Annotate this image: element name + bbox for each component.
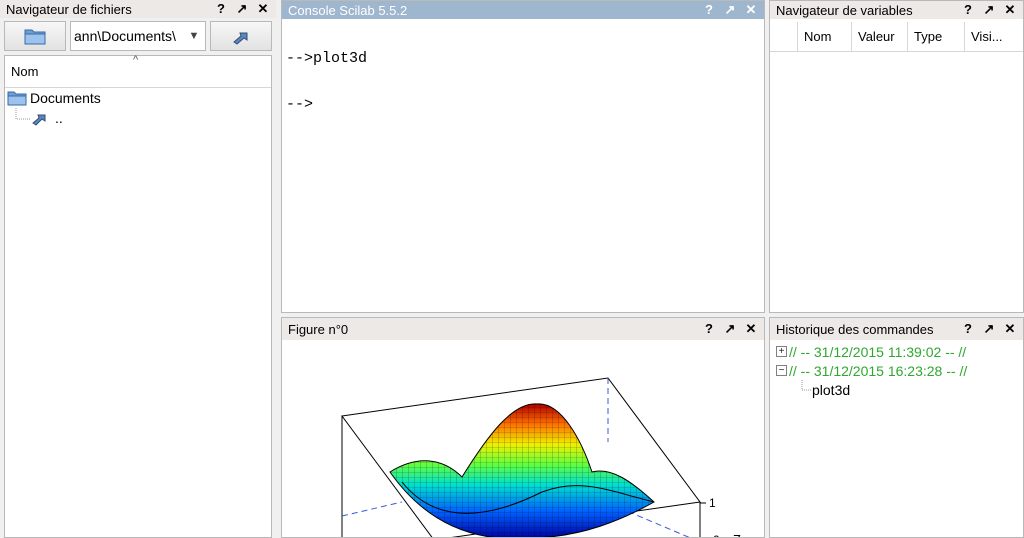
undock-icon[interactable]: ↗ [983,2,995,18]
variable-browser-titlebar: Navigateur de variables ? ↗ ✕ [770,1,1023,19]
column-header-icon[interactable] [770,22,798,51]
path-combobox[interactable]: ann\Documents\ ▼ [70,21,206,51]
variable-browser-title: Navigateur de variables [776,2,913,18]
z-tick-1: 1 [709,496,716,510]
sort-caret-icon: ^ [133,54,139,66]
figure-title: Figure n°0 [288,321,349,337]
history-titlebar: Historique des commandes ? ↗ ✕ [770,318,1023,340]
surface [389,403,655,537]
close-icon[interactable]: ✕ [257,1,269,17]
console-line: -->plot3d [286,50,368,67]
console-prompt[interactable]: --> [286,93,764,116]
help-icon[interactable]: ? [703,2,715,18]
parent-directory-icon [32,114,46,126]
expand-icon[interactable]: + [776,346,787,357]
help-icon[interactable]: ? [703,321,715,337]
close-icon[interactable]: ✕ [745,2,757,18]
console-panel: Console Scilab 5.5.2 ? ↗ ✕ -->plot3d --> [281,0,765,313]
figure-titlebar: Figure n°0 ? ↗ ✕ [282,318,764,340]
undock-icon[interactable]: ↗ [236,1,248,17]
tree-item-parent[interactable]: .. [5,108,271,128]
close-icon[interactable]: ✕ [1004,321,1016,337]
parent-directory-button[interactable] [210,21,272,51]
console-titlebar: Console Scilab 5.5.2 ? ↗ ✕ [282,1,764,19]
column-header-visibility[interactable]: Visi... [965,22,1023,51]
column-header-name[interactable]: ^ Nom [5,54,271,88]
figure-panel: Figure n°0 ? ↗ ✕ 1 [281,317,765,538]
help-icon[interactable]: ? [215,1,227,17]
file-browser-titlebar: Navigateur de fichiers ? ↗ ✕ [0,0,276,18]
close-icon[interactable]: ✕ [745,321,757,337]
collapse-icon[interactable]: − [776,365,787,376]
z-axis-label: Z [733,532,741,538]
file-browser-panel: Navigateur de fichiers ? ↗ ✕ ann\Documen… [0,0,276,538]
console-title: Console Scilab 5.5.2 [288,2,408,18]
session-date: // -- 31/12/2015 16:23:28 -- // [789,362,968,379]
tree-connector [801,380,812,391]
column-header-type[interactable]: Type [908,22,965,51]
file-browser-title: Navigateur de fichiers [6,1,132,17]
history-command[interactable]: plot3d [776,380,1023,399]
z-axis [699,502,706,537]
file-list: ^ Nom Documents .. [4,54,272,538]
chevron-down-icon[interactable]: ▼ [183,30,205,42]
close-icon[interactable]: ✕ [1004,2,1016,18]
history-tree: + // -- 31/12/2015 11:39:02 -- // − // -… [770,342,1023,537]
history-session[interactable]: − // -- 31/12/2015 16:23:28 -- // [776,361,1023,380]
session-date: // -- 31/12/2015 11:39:02 -- // [789,343,967,360]
variable-browser-panel: Navigateur de variables ? ↗ ✕ Nom Valeur… [769,0,1024,313]
history-panel: Historique des commandes ? ↗ ✕ + // -- 3… [769,317,1024,538]
open-folder-button[interactable] [4,21,66,51]
column-header-value[interactable]: Valeur [852,22,908,51]
help-icon[interactable]: ? [962,321,974,337]
history-title: Historique des commandes [776,321,934,337]
undock-icon[interactable]: ↗ [724,321,736,337]
tree-connector [15,108,31,120]
undock-icon[interactable]: ↗ [724,2,736,18]
console-output[interactable]: -->plot3d --> [282,21,764,312]
plot3d-canvas[interactable]: 1 0 Z [282,342,764,538]
history-session[interactable]: + // -- 31/12/2015 11:39:02 -- // [776,342,1023,361]
z-tick-0: 0 [713,533,720,538]
undock-icon[interactable]: ↗ [983,321,995,337]
variable-table-header: Nom Valeur Type Visi... [770,22,1023,52]
tree-item-documents[interactable]: Documents [5,88,271,108]
help-icon[interactable]: ? [962,2,974,18]
folder-icon [7,91,27,106]
parent-directory-icon [233,32,248,45]
column-header-name[interactable]: Nom [798,22,852,51]
folder-icon [24,29,46,45]
path-value: ann\Documents\ [74,28,176,44]
